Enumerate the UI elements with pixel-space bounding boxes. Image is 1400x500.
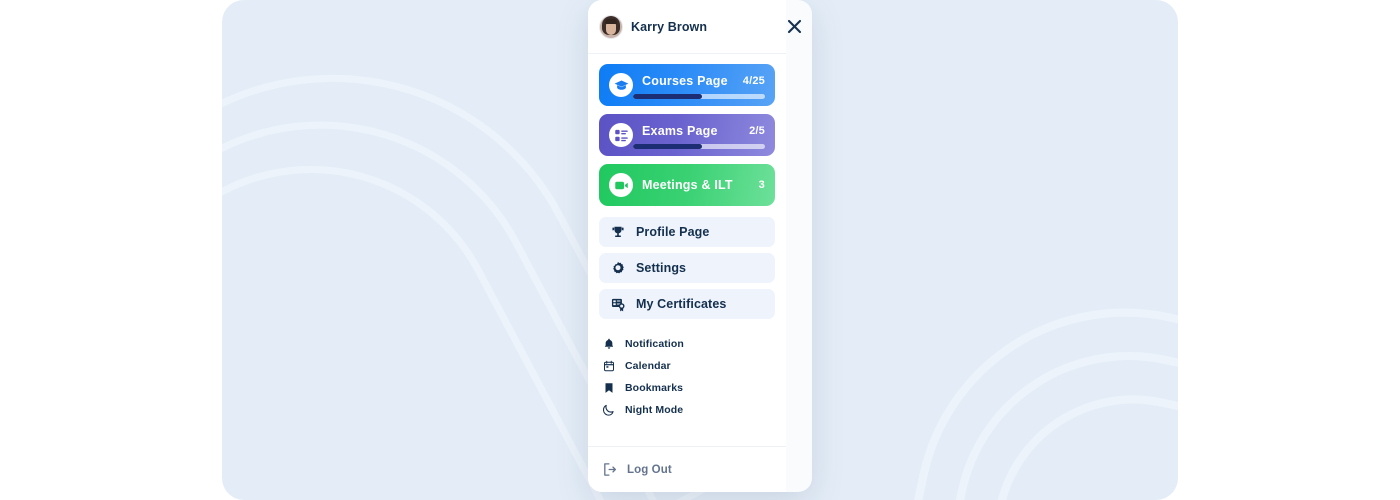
link-bookmarks[interactable]: Bookmarks	[601, 377, 775, 399]
link-label: Bookmarks	[625, 382, 684, 394]
menu-item-my-certificates[interactable]: My Certificates	[599, 289, 775, 319]
logout-label[interactable]: Log Out	[627, 464, 672, 476]
avatar	[600, 15, 622, 38]
logout-icon	[601, 462, 617, 478]
link-label: Night Mode	[625, 404, 684, 416]
close-icon	[787, 19, 801, 33]
bell-icon	[601, 337, 616, 352]
menu-item-count: 4/25	[742, 75, 765, 87]
link-label: Notification	[625, 338, 684, 350]
menu-item-count: 3	[758, 179, 765, 191]
menu-item-label: Courses Page	[642, 74, 728, 88]
menu-item-profile-page[interactable]: Profile Page	[599, 217, 775, 247]
video-camera-icon	[609, 173, 633, 197]
trophy-icon	[610, 224, 626, 240]
menu-item-label: Settings	[636, 261, 687, 275]
menu-body: Courses Page 4/25 Exams Page 2/5 Meeting…	[588, 54, 786, 446]
graduation-cap-icon	[609, 73, 633, 97]
certificate-icon	[610, 296, 626, 312]
progress-bar-fill	[633, 144, 702, 149]
user-name: Karry Brown	[631, 19, 708, 34]
menu-item-label: Profile Page	[636, 225, 710, 239]
progress-bar	[633, 94, 765, 99]
menu-item-label: My Certificates	[636, 297, 727, 311]
exam-list-icon	[609, 123, 633, 147]
utility-links: Notification Calendar Bookmarks Night Mo…	[599, 333, 775, 421]
menu-item-label: Exams Page	[642, 124, 718, 138]
bookmark-icon	[601, 381, 616, 396]
gear-icon	[610, 260, 626, 276]
progress-bar	[633, 144, 765, 149]
screen: Karry Brown Courses Page 4/25 Exams Page…	[0, 0, 1400, 500]
menu-item-meetings-ilt[interactable]: Meetings & ILT 3	[599, 164, 775, 206]
menu-footer: Log Out	[588, 446, 786, 492]
user-menu-card: Karry Brown Courses Page 4/25 Exams Page…	[588, 0, 786, 492]
link-calendar[interactable]: Calendar	[601, 355, 775, 377]
moon-icon	[601, 403, 616, 418]
menu-item-label: Meetings & ILT	[642, 178, 733, 192]
secondary-menu: Profile Page Settings My Certificates	[599, 217, 775, 319]
link-night-mode[interactable]: Night Mode	[601, 399, 775, 421]
link-notification[interactable]: Notification	[601, 333, 775, 355]
menu-item-count: 2/5	[749, 125, 765, 137]
calendar-icon	[601, 359, 616, 374]
link-label: Calendar	[625, 360, 671, 372]
menu-header: Karry Brown	[588, 0, 786, 54]
menu-item-exams-page[interactable]: Exams Page 2/5	[599, 114, 775, 156]
progress-bar-fill	[633, 94, 702, 99]
menu-item-settings[interactable]: Settings	[599, 253, 775, 283]
menu-item-courses-page[interactable]: Courses Page 4/25	[599, 64, 775, 106]
